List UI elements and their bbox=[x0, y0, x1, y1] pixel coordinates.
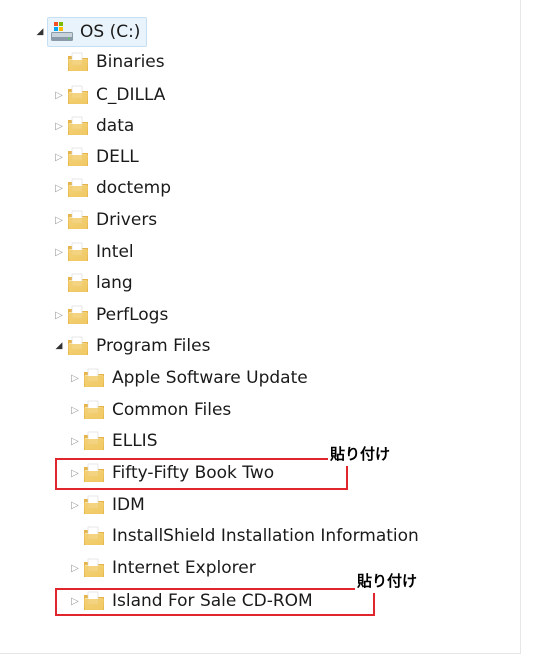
tree-node-apple-software-update[interactable]: ▷ Apple Software Update bbox=[68, 364, 308, 392]
expand-arrow-icon[interactable]: ▷ bbox=[52, 301, 66, 329]
tree-node-binaries[interactable]: Binaries bbox=[52, 48, 165, 76]
folder-icon bbox=[82, 398, 106, 422]
highlight-box bbox=[55, 588, 375, 616]
tree-node-c-dilla[interactable]: ▷ C_DILLA bbox=[52, 81, 165, 109]
folder-icon bbox=[82, 556, 106, 580]
tree-node-ellis[interactable]: ▷ ELLIS bbox=[68, 427, 158, 455]
tree-node-label: OS (C:) bbox=[80, 22, 141, 42]
expand-arrow-icon[interactable]: ▷ bbox=[68, 364, 82, 392]
folder-icon bbox=[66, 114, 90, 138]
expand-arrow-icon[interactable]: ▷ bbox=[52, 206, 66, 234]
paste-annotation: 貼り付け bbox=[355, 568, 426, 593]
drive-icon bbox=[50, 20, 74, 44]
selected-root-item[interactable]: OS (C:) bbox=[47, 17, 148, 47]
expand-arrow-icon[interactable]: ▷ bbox=[52, 112, 66, 140]
tree-node-label: Apple Software Update bbox=[112, 368, 308, 388]
folder-icon bbox=[66, 303, 90, 327]
folder-icon bbox=[82, 366, 106, 390]
tree-node-program-files[interactable]: ◢ Program Files bbox=[52, 332, 211, 360]
tree-node-label: DELL bbox=[96, 147, 139, 167]
expand-arrow-icon[interactable]: ▷ bbox=[68, 396, 82, 424]
folder-icon bbox=[66, 83, 90, 107]
tree-node-label: Common Files bbox=[112, 400, 232, 420]
tree-node-label: lang bbox=[96, 273, 133, 293]
folder-tree-panel: ◢ OS (C:) Binaries ▷ C_DILLA ▷ data ▷ DE… bbox=[0, 0, 521, 654]
paste-annotation: 貼り付け bbox=[328, 441, 399, 466]
tree-node-label: doctemp bbox=[96, 178, 172, 198]
tree-node-lang[interactable]: lang bbox=[52, 269, 133, 297]
folder-icon bbox=[66, 334, 90, 358]
tree-node-label: PerfLogs bbox=[96, 305, 169, 325]
expand-arrow-icon[interactable]: ▷ bbox=[52, 174, 66, 202]
tree-node-label: data bbox=[96, 116, 135, 136]
tree-node-internet-explorer[interactable]: ▷ Internet Explorer bbox=[68, 554, 256, 582]
expand-arrow-icon[interactable]: ▷ bbox=[52, 238, 66, 266]
tree-node-doctemp[interactable]: ▷ doctemp bbox=[52, 174, 171, 202]
tree-node-data[interactable]: ▷ data bbox=[52, 112, 134, 140]
tree-node-installshield-installation-information[interactable]: InstallShield Installation Information bbox=[68, 522, 419, 550]
folder-icon bbox=[82, 493, 106, 517]
folder-icon bbox=[82, 429, 106, 453]
folder-icon bbox=[66, 50, 90, 74]
folder-icon bbox=[66, 145, 90, 169]
tree-node-drivers[interactable]: ▷ Drivers bbox=[52, 206, 157, 234]
expand-arrow-icon[interactable]: ▷ bbox=[68, 427, 82, 455]
expand-arrow-icon[interactable]: ▷ bbox=[68, 491, 82, 519]
expand-arrow-icon[interactable]: ▷ bbox=[68, 554, 82, 582]
folder-icon bbox=[82, 524, 106, 548]
tree-node-common-files[interactable]: ▷ Common Files bbox=[68, 396, 231, 424]
collapse-arrow-icon[interactable]: ◢ bbox=[33, 18, 47, 46]
tree-node-label: Binaries bbox=[96, 52, 165, 72]
folder-icon bbox=[66, 240, 90, 264]
tree-node-label: Drivers bbox=[96, 210, 158, 230]
folder-icon bbox=[66, 208, 90, 232]
tree-node-label: InstallShield Installation Information bbox=[112, 526, 419, 546]
tree-node-label: IDM bbox=[112, 495, 145, 515]
tree-node-dell[interactable]: ▷ DELL bbox=[52, 143, 139, 171]
tree-node-os-c[interactable]: ◢ OS (C:) bbox=[33, 17, 148, 47]
tree-node-intel[interactable]: ▷ Intel bbox=[52, 238, 134, 266]
collapse-arrow-icon[interactable]: ◢ bbox=[52, 332, 66, 360]
tree-node-label: Intel bbox=[96, 242, 134, 262]
expand-arrow-icon[interactable]: ▷ bbox=[52, 81, 66, 109]
tree-node-label: ELLIS bbox=[112, 431, 158, 451]
tree-node-label: Internet Explorer bbox=[112, 558, 256, 578]
tree-node-idm[interactable]: ▷ IDM bbox=[68, 491, 145, 519]
expand-arrow-icon[interactable]: ▷ bbox=[52, 143, 66, 171]
tree-node-label: Program Files bbox=[96, 336, 211, 356]
folder-icon bbox=[66, 176, 90, 200]
tree-node-perflogs[interactable]: ▷ PerfLogs bbox=[52, 301, 168, 329]
highlight-box bbox=[55, 458, 348, 490]
folder-icon bbox=[66, 271, 90, 295]
tree-node-label: C_DILLA bbox=[96, 85, 166, 105]
